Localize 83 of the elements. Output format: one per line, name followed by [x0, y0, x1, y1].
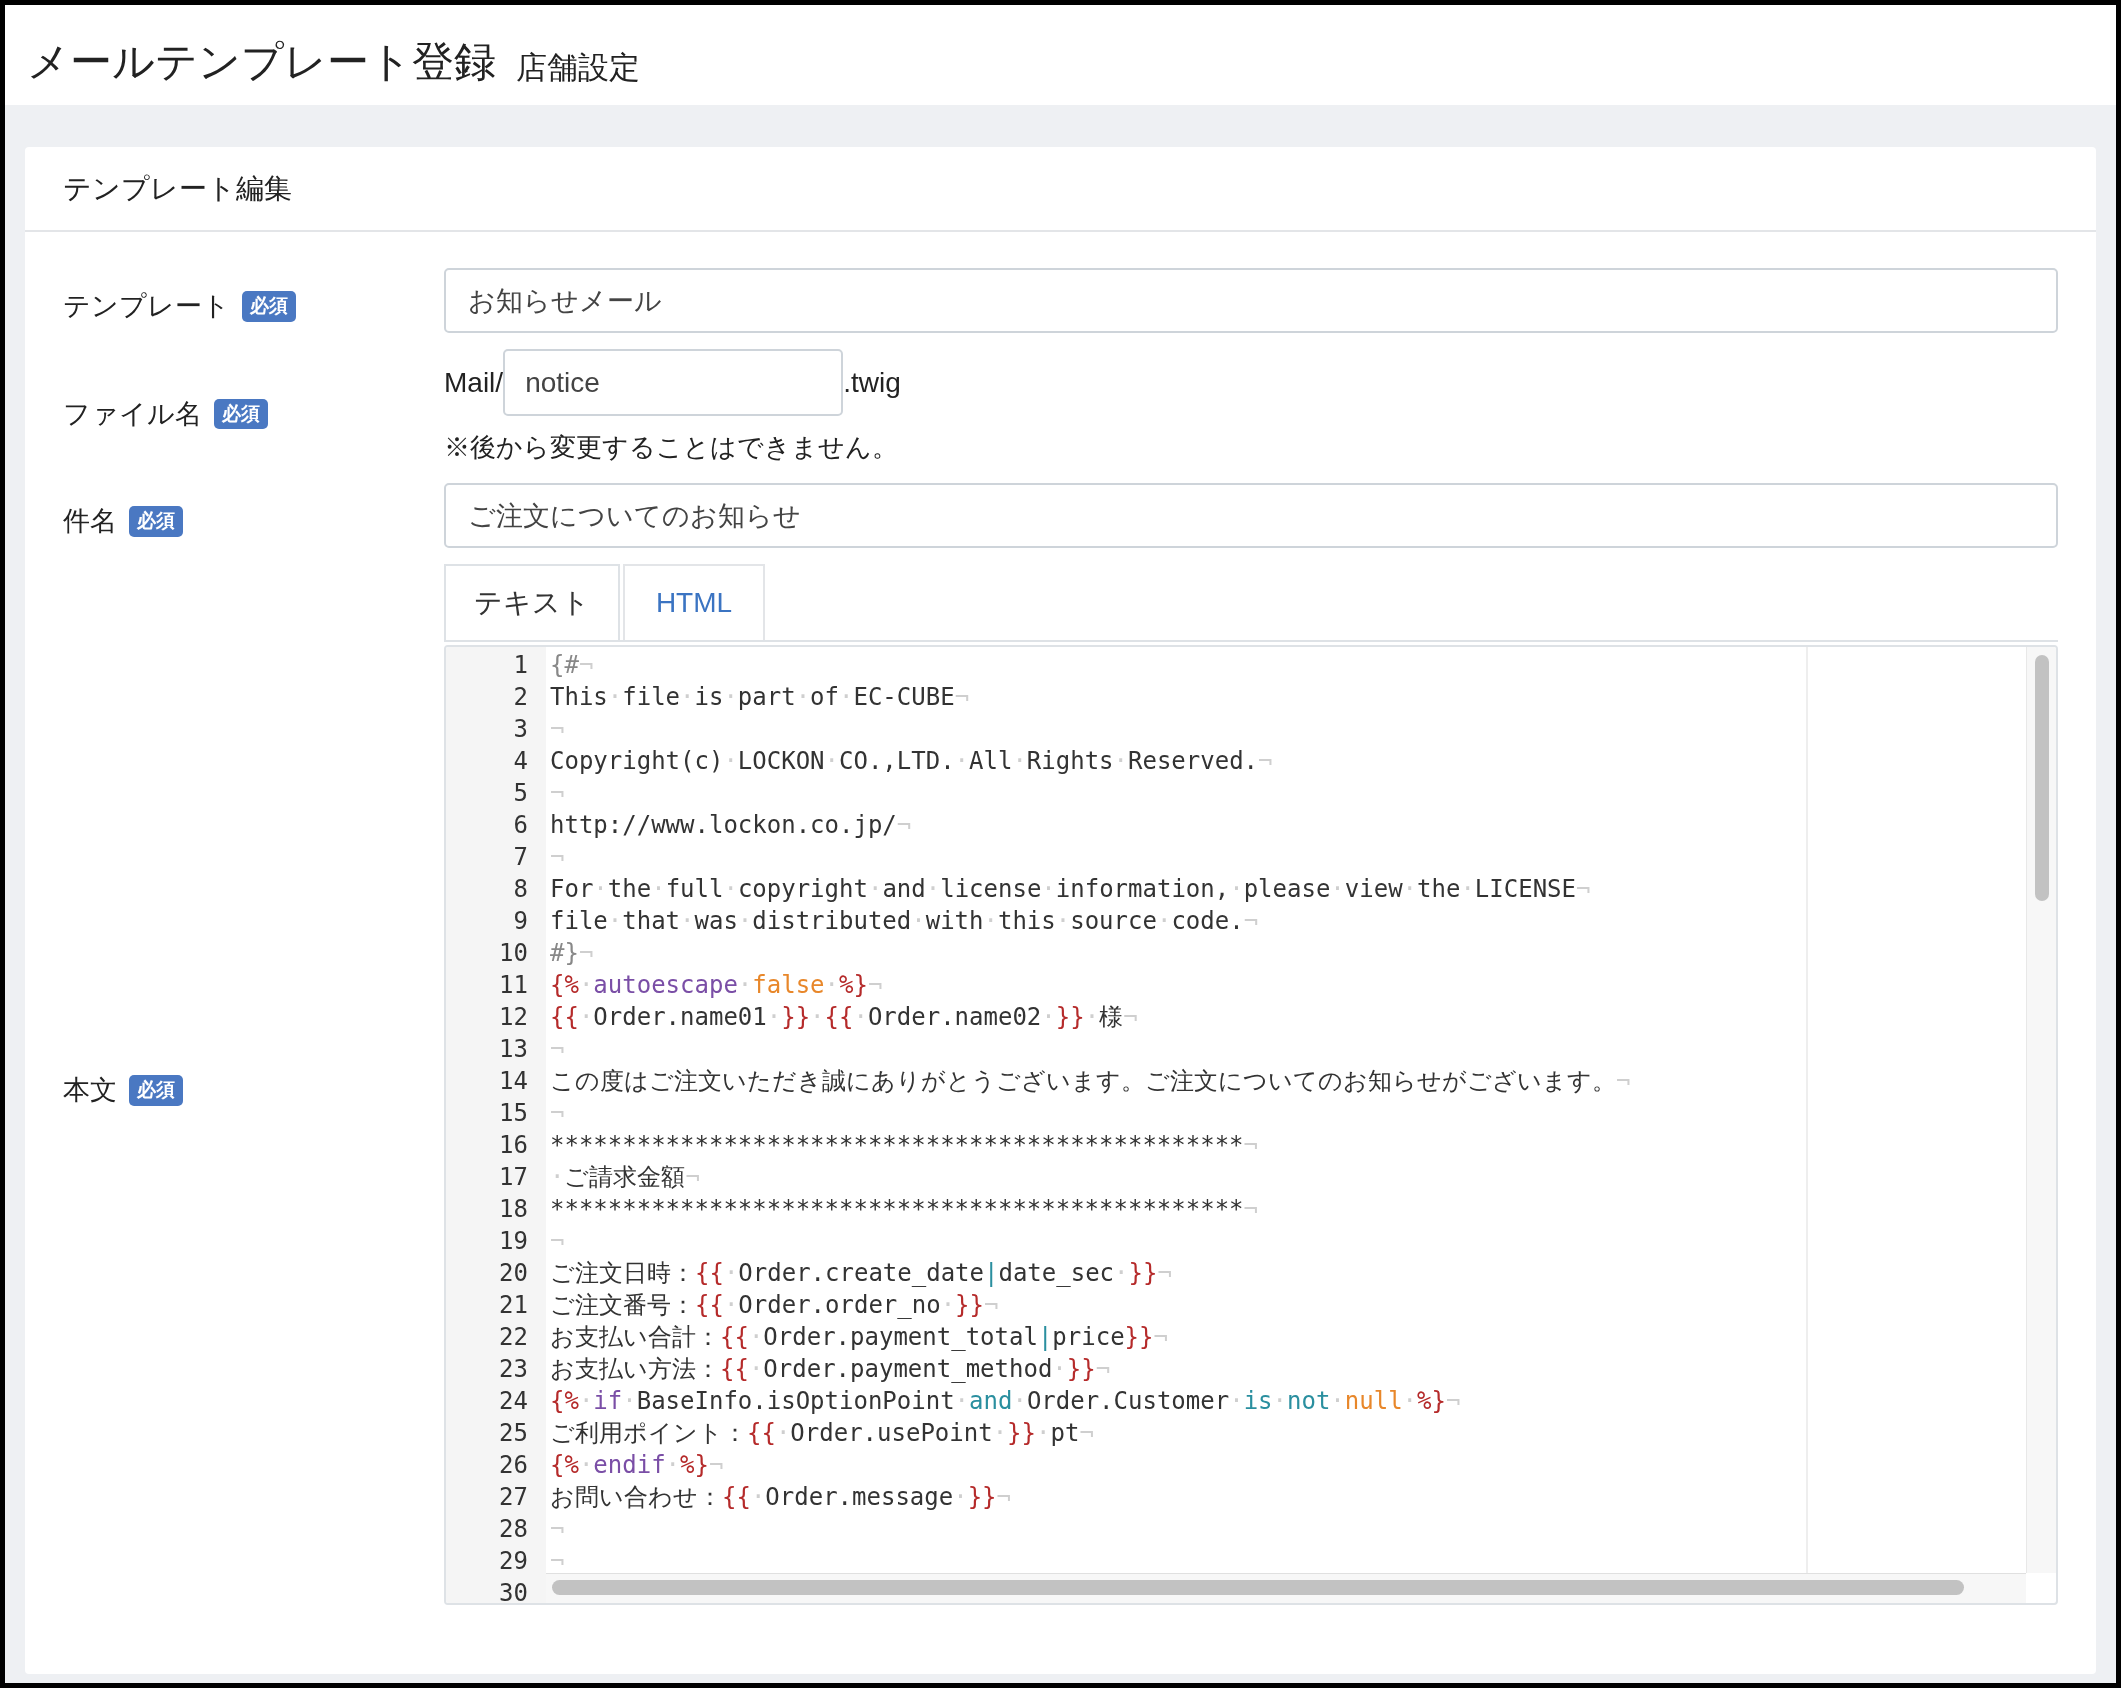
required-badge: 必須: [214, 398, 268, 430]
code-line: この度はご注文いただき誠にありがとうございます。ご注文についてのお知らせがございます。¬: [550, 1066, 1631, 1097]
code-line: ご注文番号：{{·Order.order_no·}}¬: [550, 1290, 999, 1321]
scrollbar-thumb[interactable]: [552, 1580, 1964, 1595]
code-line: ご注文日時：{{·Order.create_date|date_sec·}}¬: [550, 1258, 1172, 1289]
line-number: 20: [498, 1258, 529, 1289]
field-label: テンプレート: [63, 290, 230, 324]
code-line: {%·if·BaseInfo.isOptionPoint·and·Order.Customer·is·not·null·%}¬: [550, 1386, 1461, 1417]
code-line: ·ご請求金額¬: [550, 1162, 700, 1193]
line-number: 9: [512, 906, 529, 937]
line-number: 22: [498, 1322, 529, 1353]
page-title: メールテンプレート登録: [27, 41, 496, 83]
horizontal-scrollbar[interactable]: [546, 1573, 2026, 1603]
required-badge: 必須: [129, 1075, 183, 1106]
line-number: 5: [512, 778, 529, 809]
code-line: ¬: [550, 1034, 565, 1065]
editor-tab[interactable]: テキスト: [444, 564, 620, 640]
scrollbar-thumb[interactable]: [2034, 655, 2049, 901]
field-label: 本文: [63, 1074, 117, 1108]
code-line: file·that·was·distributed·with·this·source·code.¬: [550, 906, 1259, 937]
line-number: 10: [498, 938, 529, 969]
line-number: 24: [498, 1386, 529, 1417]
line-number: 30: [498, 1578, 529, 1603]
line-number: 11: [498, 970, 529, 1001]
line-number: 4: [512, 746, 529, 777]
code-line: ¬: [550, 1226, 565, 1257]
line-number: 8: [512, 874, 529, 905]
editor-tab[interactable]: HTML: [623, 564, 765, 640]
subject-field[interactable]: ご注文についてのお知らせ: [444, 483, 2058, 548]
line-number: 19: [498, 1226, 529, 1257]
line-number: 7: [512, 842, 529, 873]
code-line: {#¬: [550, 650, 594, 681]
line-number: 15: [498, 1098, 529, 1129]
code-line: ************************************************¬: [550, 1194, 1258, 1225]
line-number: 25: [498, 1418, 529, 1449]
line-number: 6: [512, 810, 529, 841]
line-number: 1: [512, 650, 529, 681]
code-line: ¬: [550, 842, 565, 873]
code-line: {%·endif·%}¬: [550, 1450, 724, 1481]
template-field[interactable]: お知らせメール: [444, 268, 2058, 333]
code-line: ¬: [550, 714, 565, 745]
line-number: 26: [498, 1450, 529, 1481]
line-number: 16: [498, 1130, 529, 1161]
line-number: 2: [512, 682, 529, 713]
code-line: お問い合わせ：{{·Order.message·}}¬: [550, 1482, 1011, 1513]
code-line: http://www.lockon.co.jp/¬: [550, 810, 912, 841]
page-subtitle: 店舗設定: [516, 52, 640, 83]
line-number: 14: [498, 1066, 529, 1097]
code-editor[interactable]: [444, 645, 2058, 1605]
required-badge: 必須: [242, 291, 296, 322]
vertical-scrollbar[interactable]: [2026, 647, 2056, 1573]
code-line: ************************************************¬: [550, 1130, 1258, 1161]
line-number: 29: [498, 1546, 529, 1577]
code-line: お支払い方法：{{·Order.payment_method·}}¬: [550, 1354, 1111, 1385]
code-line: #}¬: [550, 938, 594, 969]
file-extension: .twig: [843, 365, 901, 400]
line-number: 23: [498, 1354, 529, 1385]
field-label: 件名: [63, 505, 117, 539]
line-number: 3: [512, 714, 529, 745]
file-name-field[interactable]: notice: [503, 349, 844, 416]
line-number: 18: [498, 1194, 529, 1225]
code-line: For·the·full·copyright·and·license·information,·please·view·the·LICENSE¬: [550, 874, 1591, 905]
line-number: 27: [498, 1482, 529, 1513]
code-line: {%·autoescape·false·%}¬: [550, 970, 883, 1001]
required-badge: 必須: [129, 506, 183, 537]
card-title: テンプレート編集: [63, 171, 292, 206]
field-label: ファイル名: [63, 397, 202, 431]
line-number: 28: [498, 1514, 529, 1545]
line-number: 12: [498, 1002, 529, 1033]
line-number: 17: [498, 1162, 529, 1193]
code-line: This·file·is·part·of·EC-CUBE¬: [550, 682, 970, 713]
code-line: {{·Order.name01·}}·{{·Order.name02·}}·様¬: [550, 1002, 1138, 1033]
line-number: 21: [498, 1290, 529, 1321]
code-line: お支払い合計：{{·Order.payment_total|price}}¬: [550, 1322, 1168, 1353]
path-prefix: Mail/: [444, 365, 504, 400]
code-line: ¬: [550, 1098, 565, 1129]
code-line: ご利用ポイント：{{·Order.usePoint·}}·pt¬: [550, 1418, 1094, 1449]
line-number: 13: [498, 1034, 529, 1065]
code-line: Copyright(c)·LOCKON·CO.,LTD.·All·Rights·Reserved.¬: [550, 746, 1273, 777]
code-line: ¬: [550, 1514, 565, 1545]
code-line: ¬: [550, 778, 565, 809]
field-note: ※後から変更することはできません。: [444, 431, 899, 464]
code-line: ¬: [550, 1546, 565, 1577]
